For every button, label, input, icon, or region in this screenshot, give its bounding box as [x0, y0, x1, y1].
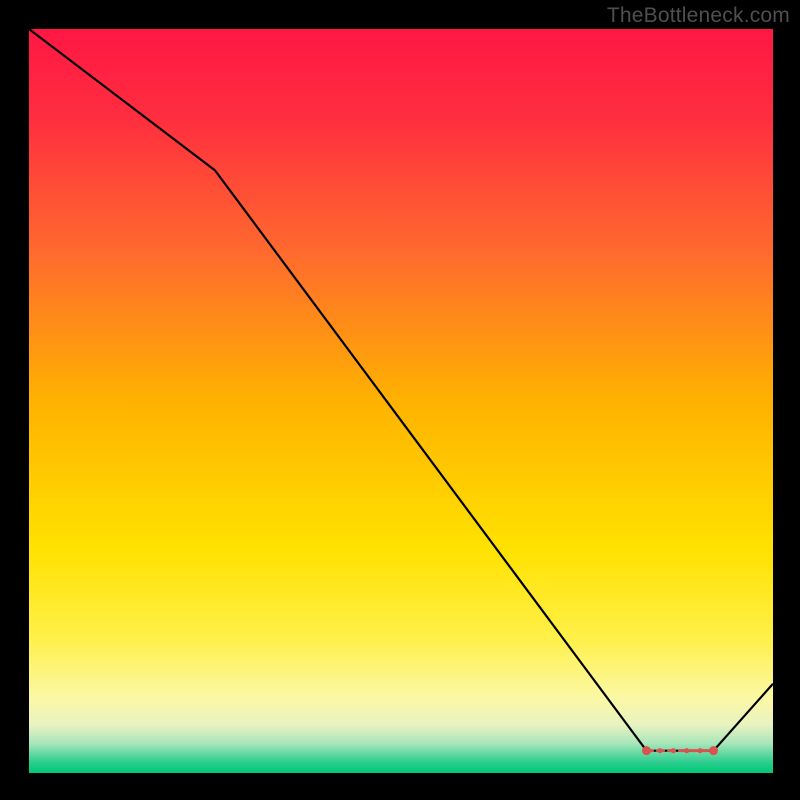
watermark-label: TheBottleneck.com — [607, 4, 790, 28]
chart-frame: TheBottleneck.com — [0, 0, 800, 800]
chart-svg — [29, 29, 773, 773]
chart-background — [29, 29, 773, 773]
chart-plot-area — [29, 29, 773, 773]
